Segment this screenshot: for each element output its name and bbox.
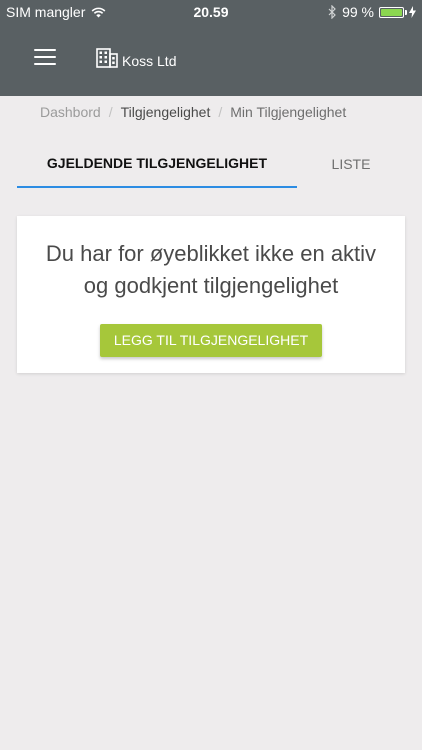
empty-state-message: Du har for øyeblikket ikke en aktiv og g… bbox=[45, 241, 377, 298]
breadcrumb: Dashbord / Tilgjengelighet / Min Tilgjen… bbox=[40, 104, 410, 120]
app-bar: Koss Ltd bbox=[0, 24, 422, 96]
tab-bar: GJELDENDE TILGJENGELIGHET LISTE bbox=[17, 140, 405, 188]
battery-icon bbox=[379, 6, 407, 18]
battery-nub bbox=[405, 9, 407, 15]
breadcrumb-dashboard[interactable]: Dashbord bbox=[40, 104, 101, 120]
breadcrumb-tilgjengelighet[interactable]: Tilgjengelighet bbox=[121, 104, 211, 120]
bluetooth-icon bbox=[328, 5, 336, 19]
menu-line bbox=[34, 63, 56, 65]
menu-line bbox=[34, 49, 56, 51]
availability-card: Du har for øyeblikket ikke en aktiv og g… bbox=[17, 216, 405, 373]
status-right: 99 % bbox=[323, 4, 416, 20]
battery-level bbox=[381, 8, 402, 16]
hamburger-menu-icon[interactable] bbox=[34, 49, 56, 67]
brand-name: Koss Ltd bbox=[122, 53, 177, 69]
status-bar: SIM mangler 20.59 99 % bbox=[0, 0, 422, 24]
building-icon bbox=[96, 48, 118, 68]
tab-current-availability[interactable]: GJELDENDE TILGJENGELIGHET bbox=[17, 140, 297, 188]
battery-percent: 99 % bbox=[342, 4, 374, 20]
tab-list[interactable]: LISTE bbox=[297, 140, 405, 188]
breadcrumb-current: Min Tilgjengelighet bbox=[230, 104, 347, 120]
charging-icon bbox=[409, 6, 416, 18]
add-availability-button[interactable]: LEGG TIL TILGJENGELIGHET bbox=[99, 324, 323, 357]
menu-line bbox=[34, 56, 56, 58]
breadcrumb-separator: / bbox=[108, 104, 113, 120]
breadcrumb-separator: / bbox=[218, 104, 223, 120]
brand: Koss Ltd bbox=[96, 47, 176, 69]
